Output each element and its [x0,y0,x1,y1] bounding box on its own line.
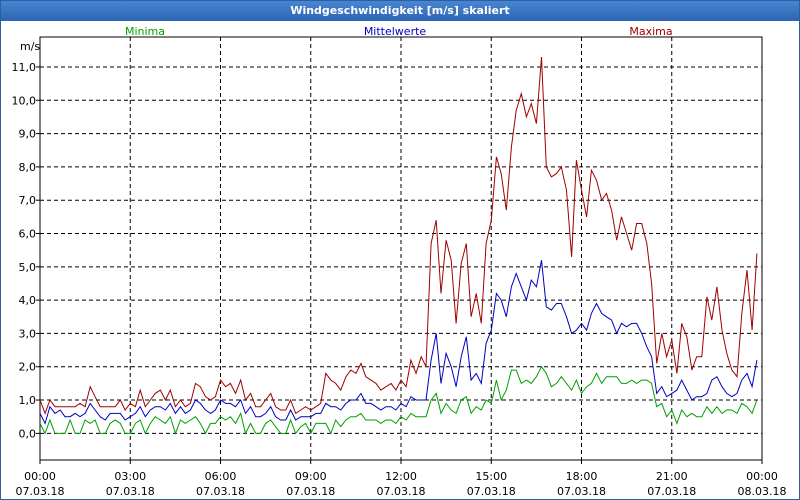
y-tick-label: 3,0 [19,327,37,340]
legend-mittelwerte: Mittelwerte [364,25,427,38]
series-lines [39,56,758,435]
y-tick-label: 10,0 [12,94,37,107]
y-tick-label: 9,0 [19,128,37,141]
y-tick-label: 4,0 [19,294,37,307]
x-tick-time: 03:00 [114,470,146,483]
x-tick-time: 09:00 [295,470,327,483]
y-tick-labels: 0,0 1,0 2,0 3,0 4,0 5,0 6,0 7,0 8,0 9,0 10,0 11,0 [12,61,37,440]
series-line-mittelwerte [39,260,758,425]
y-tick-label: 0,0 [19,427,37,440]
series-line-maxima [39,56,758,415]
grid-lines [40,37,762,460]
x-tick-date: 07.03.18 [196,485,245,498]
x-tick-time: 21:00 [656,470,688,483]
x-tick-date: 07.03.18 [647,485,696,498]
x-tick-time: 12:00 [385,470,417,483]
x-tick-date: 07.03.18 [106,485,155,498]
y-tick-label: 11,0 [12,61,37,74]
legend-minima: Minima [125,25,165,38]
x-tick-time: 15:00 [475,470,507,483]
y-axis-label: m/s [20,40,40,53]
x-tick-date: 07.03.18 [377,485,426,498]
y-tick-label: 7,0 [19,194,37,207]
legend-maxima: Maxima [629,25,672,38]
x-tick-date: 07.03.18 [16,485,65,498]
y-tick-label: 6,0 [19,228,37,241]
legend: Maxima Mittelwerte Minima [125,25,673,38]
y-tick-label: 1,0 [19,394,37,407]
x-tick-time: 00:00 [746,470,778,483]
x-tick-date: 08.03.18 [738,485,787,498]
y-tick-label: 5,0 [19,261,37,274]
x-tick-time: 18:00 [566,470,598,483]
x-tick-date: 07.03.18 [286,485,335,498]
x-tick-labels: 00:00 07.03.18 03:00 07.03.18 06:00 07.03.18 0… [16,470,787,498]
y-tick-label: 2,0 [19,361,37,374]
y-tick-label: 8,0 [19,161,37,174]
x-tick-time: 06:00 [205,470,237,483]
x-tick-date: 07.03.18 [467,485,516,498]
x-tick-time: 00:00 [24,470,56,483]
chart-svg: 0,0 1,0 2,0 3,0 4,0 5,0 6,0 7,0 8,0 9,0 10,0 11,0 0… [12,25,787,498]
x-tick-date: 07.03.18 [557,485,606,498]
